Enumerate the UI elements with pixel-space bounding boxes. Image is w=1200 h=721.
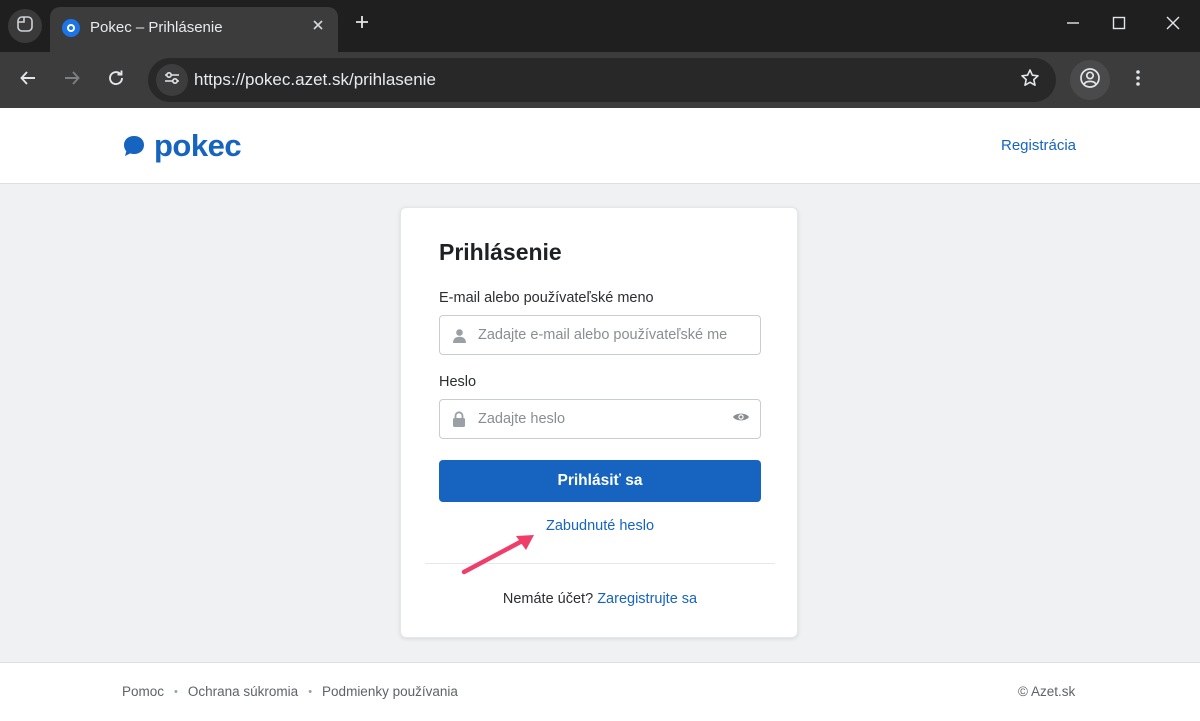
footer-links: Pomoc • Ochrana súkromia • Podmienky pou…	[122, 684, 458, 699]
show-password-button[interactable]	[731, 410, 751, 428]
footer-separator: •	[174, 685, 178, 698]
logo-text: pokec	[154, 128, 242, 163]
user-icon	[451, 327, 467, 343]
chat-bubble-icon	[122, 134, 146, 158]
footer-link-terms[interactable]: Podmienky používania	[322, 684, 458, 699]
login-button[interactable]: Prihlásiť sa	[439, 460, 761, 502]
footer-link-privacy[interactable]: Ochrana súkromia	[188, 684, 298, 699]
profile-button[interactable]	[1070, 60, 1110, 100]
username-input[interactable]	[478, 324, 728, 346]
star-icon	[1020, 68, 1040, 93]
address-bar[interactable]: https://pokec.azet.sk/prihlasenie	[148, 58, 1056, 102]
tab-actions-icon	[16, 15, 34, 38]
login-card: Prihlásenie E-mail alebo používateľské m…	[400, 207, 798, 638]
registration-link[interactable]: Registrácia	[1001, 137, 1076, 154]
favicon	[62, 19, 80, 37]
password-input[interactable]	[478, 408, 728, 430]
card-divider	[425, 563, 775, 564]
site-header: pokec Registrácia	[0, 108, 1200, 184]
back-arrow-icon	[19, 69, 37, 92]
close-icon	[312, 18, 324, 36]
minimize-button[interactable]	[1058, 10, 1088, 40]
reload-icon	[107, 69, 125, 92]
back-button[interactable]	[12, 64, 44, 96]
login-title: Prihlásenie	[439, 239, 562, 265]
footer-link-help[interactable]: Pomoc	[122, 684, 164, 699]
no-account-text: Nemáte účet?	[502, 591, 594, 607]
pokec-logo[interactable]: pokec	[122, 128, 242, 164]
bookmark-button[interactable]	[1018, 68, 1042, 92]
password-field[interactable]	[439, 399, 761, 439]
password-label: Heslo	[439, 374, 477, 390]
maximize-icon	[1112, 16, 1126, 35]
site-footer: Pomoc • Ochrana súkromia • Podmienky pou…	[0, 662, 1200, 721]
eye-icon	[732, 410, 750, 428]
tab-close-button[interactable]	[308, 17, 328, 37]
tab-actions-button[interactable]	[8, 9, 42, 43]
forward-button[interactable]	[56, 64, 88, 96]
tab-title: Pokec – Prihlásenie	[90, 19, 223, 36]
profile-icon	[1079, 67, 1101, 94]
new-tab-button[interactable]	[350, 12, 374, 36]
browser-tab-active[interactable]: Pokec – Prihlásenie	[50, 7, 338, 52]
forgot-password-link[interactable]: Zabudnuté heslo	[546, 518, 654, 534]
maximize-button[interactable]	[1104, 10, 1134, 40]
reload-button[interactable]	[100, 64, 132, 96]
forgot-password-row: Zabudnuté heslo	[401, 518, 799, 534]
forward-arrow-icon	[63, 69, 81, 92]
url-text[interactable]: https://pokec.azet.sk/prihlasenie	[194, 70, 436, 90]
window-close-button[interactable]	[1158, 10, 1188, 40]
username-label: E-mail alebo používateľské meno	[439, 290, 654, 306]
minimize-icon	[1066, 16, 1080, 35]
copyright-text: © Azet.sk	[1018, 684, 1076, 699]
lock-icon	[451, 411, 467, 427]
site-info-button[interactable]	[156, 64, 188, 96]
browser-toolbar: https://pokec.azet.sk/prihlasenie	[0, 52, 1200, 108]
site-settings-icon	[163, 70, 181, 91]
browser-tab-strip: Pokec – Prihlásenie	[0, 0, 1200, 52]
register-link[interactable]: Zaregistrujte sa	[597, 591, 697, 607]
footer-separator: •	[308, 685, 313, 698]
username-field[interactable]	[439, 315, 761, 355]
kebab-menu-icon	[1135, 69, 1141, 92]
signup-prompt: Nemáte účet? Zaregistrujte sa	[401, 591, 799, 607]
web-page: pokec Registrácia Prihlásenie E-mail ale…	[0, 108, 1200, 721]
browser-menu-button[interactable]	[1124, 64, 1152, 96]
plus-icon	[354, 14, 370, 35]
window-close-icon	[1166, 16, 1180, 35]
